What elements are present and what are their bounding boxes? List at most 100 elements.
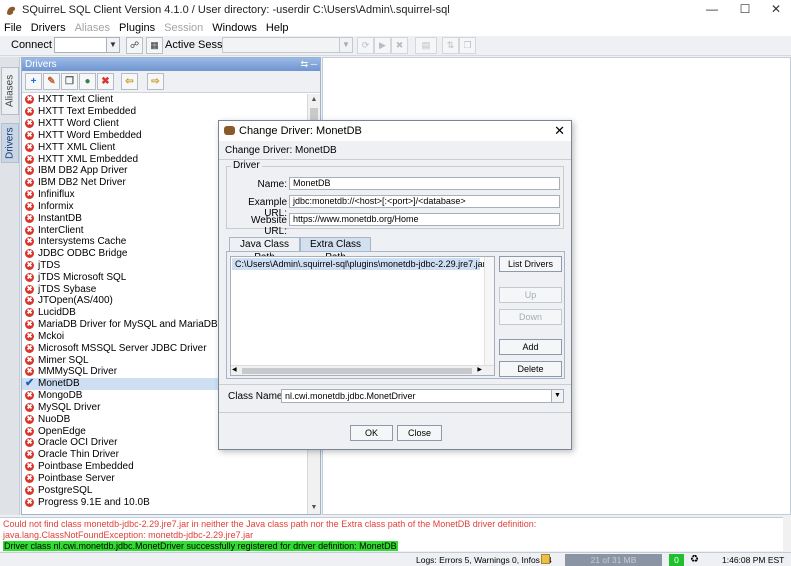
copy-driver-icon[interactable]: ❐ <box>61 73 78 90</box>
error-x-icon: ✖ <box>25 130 34 140</box>
scroll-down-icon[interactable]: ▼ <box>308 502 320 514</box>
driver-list-item[interactable]: ✖ HXTT Text Embedded <box>22 106 307 118</box>
maximize-icon[interactable]: ☐ <box>730 0 760 19</box>
close-button[interactable]: Close <box>397 425 442 441</box>
gc-icon[interactable]: ♻ <box>690 554 699 565</box>
active-session-combo[interactable]: ▼ <box>222 37 353 53</box>
squirrel-app-icon <box>7 6 16 15</box>
delete-driver-icon[interactable]: ✖ <box>97 73 114 90</box>
tab-aliases[interactable]: Aliases <box>1 67 19 115</box>
tab-extra-class-path[interactable]: Extra Class Path <box>300 237 371 263</box>
error-x-icon: ✖ <box>25 190 34 200</box>
driver-list-item[interactable]: ✖ Progress 9.1E and 10.0B <box>22 496 307 508</box>
refresh-icon[interactable]: ⟳ <box>357 37 374 54</box>
cascade-icon[interactable]: ❐ <box>459 37 476 54</box>
scroll-left-icon[interactable]: ◀ <box>232 366 237 375</box>
error-x-icon: ✖ <box>25 272 34 282</box>
driver-name: jTDS <box>38 260 61 271</box>
show-loaded-drivers-icon[interactable]: ⇨ <box>147 73 164 90</box>
install-default-drivers-icon[interactable]: ⇦ <box>121 73 138 90</box>
menu-help[interactable]: Help <box>266 22 289 34</box>
panel-pin-minimize-icons[interactable]: ⇆ ─ <box>301 58 317 71</box>
scroll-right-icon[interactable]: ▶ <box>477 366 482 375</box>
memory-status[interactable]: 21 of 31 MB <box>565 554 662 566</box>
menu-windows[interactable]: Windows <box>212 22 257 34</box>
class-name-combo[interactable]: nl.cwi.monetdb.jdbc.MonetDriver ▼ <box>281 389 564 403</box>
error-x-icon: ✖ <box>25 355 34 365</box>
hscroll-thumb[interactable] <box>242 368 472 374</box>
divider <box>219 384 571 385</box>
driver-name: Oracle OCI Driver <box>38 437 118 449</box>
add-button[interactable]: Add <box>499 339 562 355</box>
error-x-icon: ✖ <box>25 95 34 105</box>
driver-name: Microsoft MSSQL Server JDBC Driver <box>38 342 207 354</box>
class-path-list[interactable]: C:\Users\Admin\.squirrel-sql\plugins\mon… <box>230 256 495 376</box>
dialog-close-icon[interactable]: ✕ <box>554 121 565 141</box>
tile-icon[interactable]: ⇅ <box>442 37 459 54</box>
dialog-title-bar: Change Driver: MonetDB ✕ <box>219 121 571 141</box>
minimize-icon[interactable]: — <box>697 0 727 19</box>
error-x-icon: ✖ <box>25 119 34 129</box>
close-window-icon[interactable]: ✕ <box>761 0 791 19</box>
layout-icon[interactable]: ▤ <box>415 37 437 54</box>
driver-list-item[interactable]: ✖ Pointbase Embedded <box>22 461 307 473</box>
driver-name: jTDS Sybase <box>38 283 97 295</box>
log-icon[interactable] <box>541 554 550 564</box>
down-button[interactable]: Down <box>499 309 562 325</box>
message-error: Could not find class monetdb-jdbc-2.29.j… <box>3 519 537 529</box>
checkmark-icon: ✔ <box>25 377 35 390</box>
new-session-icon[interactable]: ▦ <box>146 37 163 54</box>
driver-list-item[interactable]: ✖ PostgreSQL <box>22 484 307 496</box>
message-scrollbar[interactable] <box>783 517 791 551</box>
driver-list-item[interactable]: ✖ HXTT Text Client <box>22 94 307 106</box>
class-path-tab-body: C:\Users\Admin\.squirrel-sql\plugins\mon… <box>226 251 565 379</box>
window-title-bar: SQuirreL SQL Client Version 4.1.0 / User… <box>0 0 791 19</box>
delete-button[interactable]: Delete <box>499 361 562 377</box>
tab-java-class-path[interactable]: Java Class Path <box>229 237 300 263</box>
add-driver-icon[interactable]: + <box>25 73 42 90</box>
connect-to-combo[interactable]: ▼ <box>54 37 120 53</box>
class-path-vscrollbar[interactable] <box>484 257 494 365</box>
name-field[interactable]: MonetDB <box>289 177 560 190</box>
menu-session[interactable]: Session <box>164 22 203 34</box>
driver-status-icon[interactable]: ● <box>79 73 96 90</box>
status-bar: Logs: Errors 5, Warnings 0, Infos 14 21 … <box>0 552 791 566</box>
scroll-up-icon[interactable]: ▲ <box>308 94 320 106</box>
class-path-entry[interactable]: C:\Users\Admin\.squirrel-sql\plugins\mon… <box>232 258 486 270</box>
message-success: Driver class nl.cwi.monetdb.jdbc.MonetDr… <box>3 541 398 551</box>
driver-name: IBM DB2 App Driver <box>38 165 128 177</box>
run-icon[interactable]: ▶ <box>374 37 391 54</box>
chevron-down-icon[interactable]: ▼ <box>551 390 563 402</box>
website-url-field[interactable]: https://www.monetdb.org/Home <box>289 213 560 226</box>
driver-group: Driver Name: MonetDB Example URL: jdbc:m… <box>226 160 564 237</box>
edit-driver-icon[interactable]: ✎ <box>43 73 60 90</box>
error-x-icon: ✖ <box>25 367 34 377</box>
drivers-panel-header: Drivers ⇆ ─ <box>22 58 320 71</box>
driver-list-item[interactable]: ✖ Pointbase Server <box>22 473 307 485</box>
list-drivers-button[interactable]: List Drivers <box>499 256 562 272</box>
connect-icon[interactable]: ☍ <box>126 37 143 54</box>
driver-list-item[interactable]: ✖ Oracle Thin Driver <box>22 449 307 461</box>
counter-status: 0 <box>669 554 684 566</box>
menu-file[interactable]: File <box>4 22 22 34</box>
class-name-label: Class Name: <box>228 391 286 402</box>
drivers-toolbar: + ✎ ❐ ● ✖ ⇦ ⇨ <box>22 71 320 93</box>
clock-status: 1:46:08 PM EST <box>722 555 785 565</box>
logs-status[interactable]: Logs: Errors 5, Warnings 0, Infos 14 <box>416 554 552 566</box>
tab-drivers[interactable]: Drivers <box>1 123 19 163</box>
error-x-icon: ✖ <box>25 473 34 483</box>
menu-plugins[interactable]: Plugins <box>119 22 155 34</box>
ok-button[interactable]: OK <box>350 425 393 441</box>
example-url-field[interactable]: jdbc:monetdb://<host>[:<port>]/<database… <box>289 195 560 208</box>
error-x-icon: ✖ <box>25 178 34 188</box>
driver-name: MySQL Driver <box>38 401 101 413</box>
stop-icon[interactable]: ✖ <box>391 37 408 54</box>
driver-name: HXTT Text Client <box>38 94 114 106</box>
error-x-icon: ✖ <box>25 331 34 341</box>
up-button[interactable]: Up <box>499 287 562 303</box>
class-path-hscrollbar[interactable]: ◀ ▶ <box>231 365 494 375</box>
error-x-icon: ✖ <box>25 225 34 235</box>
message-error: java.lang.ClassNotFoundException: monetd… <box>3 530 254 540</box>
menu-aliases[interactable]: Aliases <box>75 22 110 34</box>
menu-drivers[interactable]: Drivers <box>31 22 66 34</box>
